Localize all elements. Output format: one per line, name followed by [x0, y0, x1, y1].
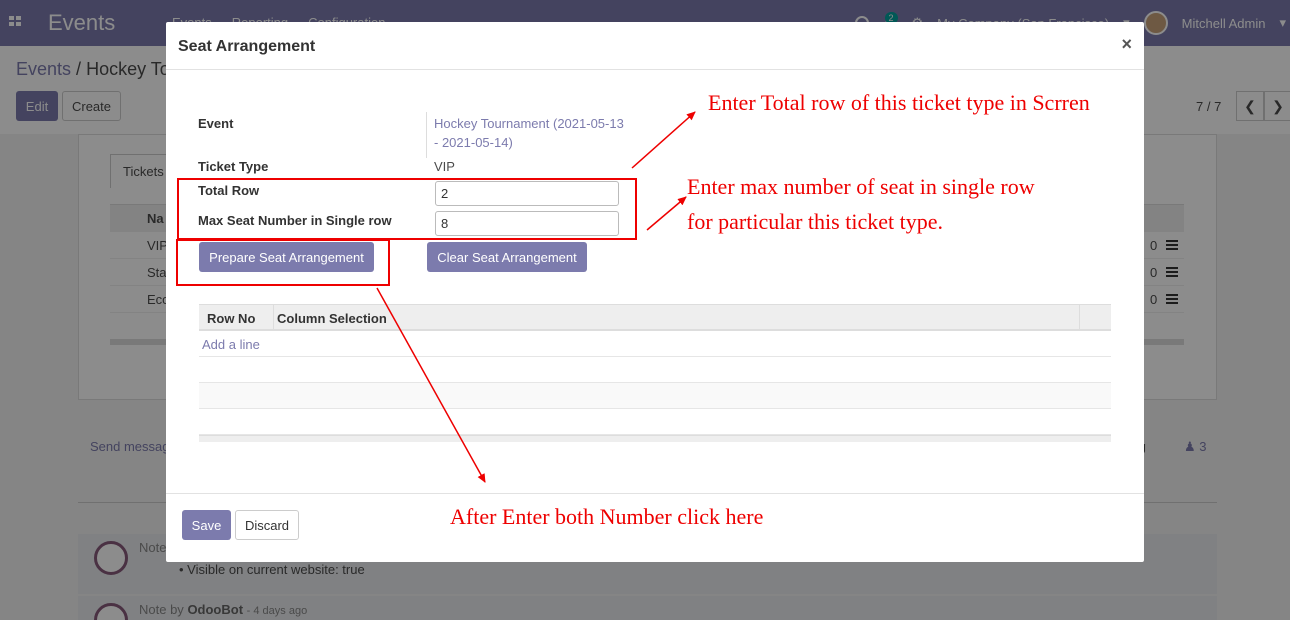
- seat-rows-table: Row No Column Selection Add a line: [199, 304, 1111, 442]
- modal-footer-divider: [166, 493, 1144, 494]
- list-item: Add a line: [199, 331, 1111, 357]
- modal-header-divider: [166, 69, 1144, 70]
- list-item-empty: [199, 357, 1111, 383]
- save-button[interactable]: Save: [182, 510, 231, 540]
- list-item-empty: [199, 409, 1111, 435]
- clear-seat-arrangement-button[interactable]: Clear Seat Arrangement: [427, 242, 587, 272]
- close-icon[interactable]: ×: [1121, 34, 1132, 55]
- column-divider: [1079, 305, 1080, 330]
- annotation-max-seat-line2: for particular this ticket type.: [687, 209, 943, 234]
- modal-title: Seat Arrangement: [178, 38, 316, 55]
- add-a-line-link[interactable]: Add a line: [202, 337, 260, 352]
- inputs-highlight-box: [177, 178, 637, 240]
- annotation-total-row: Enter Total row of this ticket type in S…: [708, 90, 1090, 115]
- prepare-button-highlight-box: [176, 239, 390, 286]
- column-divider: [273, 305, 274, 330]
- event-value-link[interactable]: Hockey Tournament (2021-05-13 - 2021-05-…: [434, 114, 624, 152]
- column-row-no[interactable]: Row No: [207, 311, 255, 326]
- ticket-type-label: Ticket Type: [198, 159, 269, 174]
- column-selection[interactable]: Column Selection: [277, 311, 387, 326]
- seat-rows-table-header: Row No Column Selection: [199, 304, 1111, 331]
- annotation-click-here: After Enter both Number click here: [450, 504, 764, 529]
- field-divider: [426, 112, 427, 158]
- list-item-empty: [199, 383, 1111, 409]
- seat-rows-table-footer: [199, 435, 1111, 442]
- ticket-type-value: VIP: [434, 159, 455, 174]
- event-label: Event: [198, 116, 234, 131]
- annotation-max-seat-line1: Enter max number of seat in single row: [687, 174, 1035, 199]
- discard-button[interactable]: Discard: [235, 510, 299, 540]
